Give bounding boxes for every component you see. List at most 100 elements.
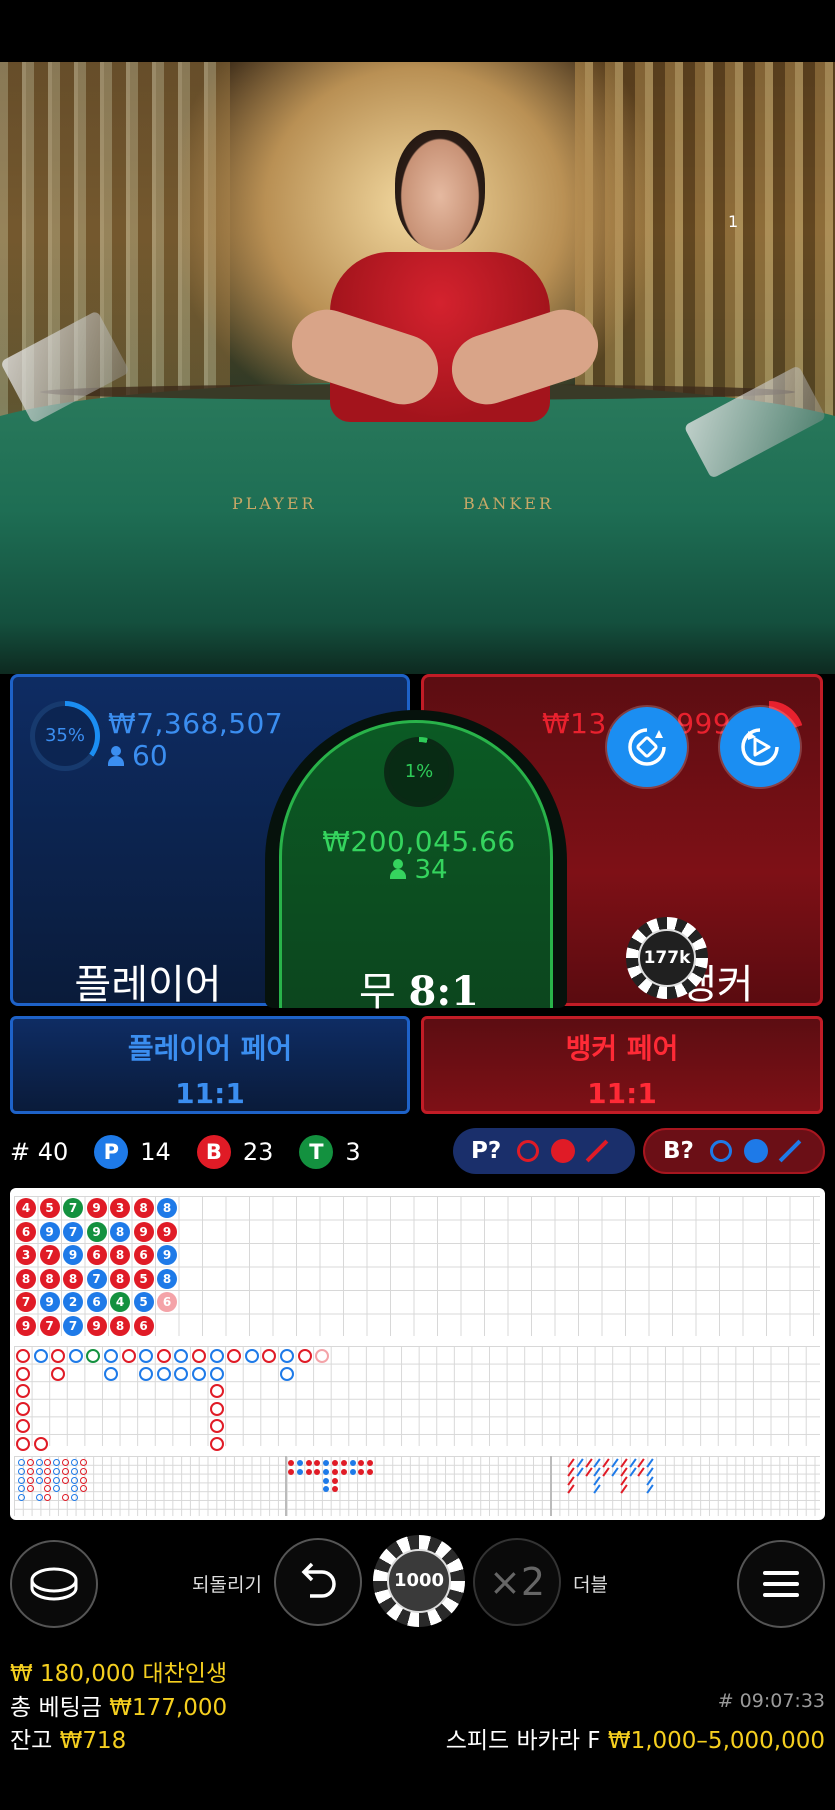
tie-bet-spot[interactable]: 1% ₩200,045.66 34 무 8:1 — [265, 710, 567, 1015]
bead-result: 3 — [110, 1198, 130, 1218]
banker-pair-bet-spot[interactable]: 뱅커 페어 11:1 — [421, 1016, 823, 1114]
big-eye-mark — [62, 1459, 69, 1466]
hamburger-menu-icon — [763, 1571, 799, 1597]
bead-result: 6 — [86, 1245, 107, 1265]
big-eye-mark — [79, 1459, 87, 1466]
big-road-mark — [121, 1349, 136, 1363]
undo-icon — [301, 1562, 336, 1598]
scoreboard[interactable]: 4579388697989937968698887858792645697798… — [10, 1188, 825, 1520]
big-road-mark — [156, 1349, 171, 1363]
big-road-mark — [139, 1366, 154, 1381]
big-road-mark — [280, 1349, 294, 1363]
bead-result: 8 — [133, 1198, 154, 1218]
predict-small-road-icon — [551, 1139, 576, 1163]
bead-result: 9 — [86, 1221, 107, 1242]
big-eye-mark — [62, 1476, 69, 1484]
bead-result: 8 — [63, 1268, 83, 1289]
big-eye-mark — [26, 1476, 34, 1484]
banker-predict-label: B? — [663, 1138, 694, 1164]
bead-result: 7 — [63, 1221, 83, 1242]
bead-result: 6 — [133, 1315, 154, 1336]
big-road-mark — [68, 1349, 83, 1363]
undo-button[interactable] — [274, 1538, 362, 1626]
big-eye-mark — [79, 1485, 87, 1493]
bead-result: 8 — [110, 1268, 130, 1289]
bead-result: 5 — [133, 1292, 154, 1312]
banker-predict-button[interactable]: B? — [643, 1128, 825, 1174]
big-eye-mark — [26, 1467, 34, 1475]
bead-result: 9 — [86, 1315, 107, 1336]
bead-result: 9 — [16, 1315, 36, 1336]
big-road-mark — [33, 1437, 48, 1451]
big-road-mark — [192, 1349, 206, 1363]
chip-tray-button[interactable] — [10, 1540, 98, 1628]
bead-result: 6 — [157, 1292, 177, 1312]
player-win-count: 14 — [140, 1138, 171, 1166]
player-predict-button[interactable]: P? — [453, 1128, 635, 1174]
small-road-mark — [340, 1468, 347, 1475]
predict-small-road-icon — [743, 1139, 768, 1163]
small-road-mark — [340, 1460, 347, 1466]
tie-total-amount: ₩200,045.66 — [322, 825, 516, 858]
replay-video-button[interactable] — [720, 707, 800, 787]
live-video-feed: PLAYER BANKER 1 — [0, 62, 835, 674]
bead-result: 8 — [157, 1198, 177, 1218]
big-road-mark — [104, 1366, 118, 1381]
big-road-mark — [209, 1401, 224, 1416]
menu-button[interactable] — [737, 1540, 825, 1628]
bead-result: 7 — [39, 1245, 60, 1265]
big-road-mark — [51, 1366, 66, 1381]
bead-result: 8 — [39, 1268, 60, 1289]
placed-chip-value: 177k — [638, 929, 696, 987]
small-road-mark — [349, 1460, 356, 1466]
small-road-mark — [288, 1460, 294, 1466]
balance: 잔고 ₩718 — [10, 1728, 127, 1754]
big-road-mark — [244, 1349, 259, 1363]
bead-plate-grid — [14, 1196, 820, 1336]
derived-roads-grid — [14, 1456, 820, 1516]
bead-result: 8 — [157, 1268, 177, 1289]
big-eye-mark — [70, 1476, 78, 1484]
bead-result: 8 — [110, 1221, 130, 1242]
small-road-mark — [296, 1468, 303, 1475]
placed-chip[interactable]: 177k — [626, 917, 708, 999]
big-eye-mark — [18, 1467, 25, 1475]
game-id: # 09:07:33 — [717, 1690, 825, 1712]
big-road-mark — [209, 1384, 224, 1399]
player-pair-bet-spot[interactable]: 플레이어 페어 11:1 — [10, 1016, 410, 1114]
road-divider — [285, 1456, 287, 1516]
player-pair-payout: 11:1 — [175, 1077, 245, 1110]
double-button[interactable]: ×2 — [473, 1538, 561, 1626]
selected-chip-value: 1000 — [387, 1549, 451, 1613]
player-badge: P — [94, 1135, 129, 1169]
big-eye-mark — [18, 1476, 25, 1484]
banker-pair-payout: 11:1 — [587, 1077, 657, 1110]
table-info[interactable]: 스피드 바카라 F ₩1,000–5,000,000 — [446, 1721, 825, 1755]
big-eye-mark — [35, 1494, 43, 1502]
replay-icon — [741, 728, 779, 766]
big-road-mark — [209, 1366, 224, 1381]
bead-result: 7 — [63, 1315, 83, 1336]
small-road-mark — [332, 1468, 338, 1475]
big-eye-mark — [44, 1476, 52, 1484]
big-road-mark — [156, 1366, 171, 1381]
big-road-mark — [104, 1349, 118, 1363]
tie-bettor-count: 34 — [282, 855, 556, 885]
small-road-mark — [332, 1477, 338, 1484]
small-road-mark — [323, 1468, 330, 1475]
rotate-view-button[interactable] — [607, 707, 687, 787]
bead-result: 7 — [16, 1292, 36, 1312]
big-eye-mark — [18, 1459, 25, 1466]
big-eye-mark — [53, 1467, 61, 1475]
bead-result: 2 — [63, 1292, 83, 1312]
round-number: # 40 — [10, 1138, 69, 1166]
tie-bet-area: 1% ₩200,045.66 34 무 8:1 — [279, 720, 556, 1015]
big-eye-mark — [62, 1467, 69, 1475]
selected-chip[interactable]: 1000 — [373, 1535, 465, 1627]
person-icon — [108, 746, 124, 766]
small-road-mark — [332, 1460, 338, 1466]
big-eye-mark — [70, 1494, 78, 1502]
big-eye-mark — [35, 1476, 43, 1484]
win-ticker: ₩ 180,000 대찬인생 — [10, 1661, 228, 1687]
predict-big-eye-icon — [709, 1140, 732, 1162]
